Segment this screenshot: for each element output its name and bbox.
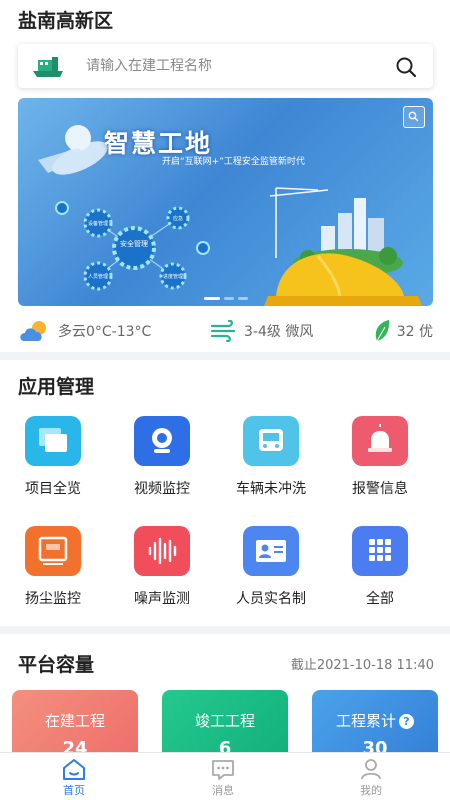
help-icon[interactable]: ? [399,714,414,729]
card-total[interactable]: 工程累计? 30 [312,690,438,754]
app-dust-monitoring[interactable]: 扬尘监控 [3,526,103,608]
carousel-indicator[interactable] [204,297,248,300]
search-input[interactable] [86,58,366,74]
id-card-icon [243,526,299,576]
app-label: 视频监控 [134,481,190,497]
search-icon[interactable] [395,56,417,78]
app-all[interactable]: 全部 [330,526,430,608]
as-of-timestamp: 截止2021-10-18 11:40 [290,658,434,673]
search-bar[interactable] [18,44,433,88]
scan-icon[interactable] [403,106,425,128]
alarm-icon [352,416,408,466]
noise-icon [134,526,190,576]
top-section: 盐南高新区 请输入在建工程名称 安全管理 设备管理 应急 人员管理 进度管理 智… [0,0,450,352]
app-logo-icon [33,57,63,77]
banner-subtitle: 开启“互联网+”工程安全监管新时代 [162,157,305,167]
app-label: 人员实名制 [236,591,306,607]
card-label: 竣工工程 [194,712,255,730]
app-label: 噪声监测 [134,591,190,607]
banner-node-label: 应急 [173,215,183,222]
app-video-monitoring[interactable]: 视频监控 [112,416,212,498]
section-title: 应用管理 [18,376,95,398]
leaf-icon [375,320,389,342]
tab-label: 消息 [212,784,234,797]
card-label: 工程累计 [335,712,396,730]
card-completed[interactable]: 竣工工程 6 [162,690,288,754]
card-label-row: 工程累计? [312,710,438,731]
vehicle-icon [243,416,299,466]
app-label: 扬尘监控 [25,591,81,607]
tab-label: 我的 [360,784,382,797]
banner-node-label: 人员管理 [88,273,108,280]
weather-aqi-text: 32 优 [396,324,433,340]
weather-wind: 3-4级 微风 [210,320,313,342]
weather-condition: 多云0°C-13°C [18,319,151,343]
banner-illustration: 安全管理 设备管理 应急 人员管理 进度管理 [38,125,422,306]
wind-icon [210,320,236,342]
tab-profile[interactable]: 我的 [331,757,411,798]
cloudy-icon [20,321,46,341]
overview-icon [25,416,81,466]
banner-hub-label: 安全管理 [120,239,148,248]
weather-wind-text: 3-4级 微风 [244,324,314,340]
profile-icon [361,759,381,780]
weather-condition-text: 多云0°C-13°C [58,324,152,340]
section-title: 平台容量 [18,654,95,676]
app-label: 报警信息 [352,481,408,497]
platform-capacity-section: 平台容量 截止2021-10-18 11:40 在建工程 24 竣工工程 6 工… [0,634,450,754]
app-vehicle-unwashed[interactable]: 车辆未冲洗 [221,416,321,498]
card-under-construction[interactable]: 在建工程 24 [12,690,138,754]
bottom-tab-bar: 首页 消息 我的 [0,752,450,800]
region-title[interactable]: 盐南高新区 [18,6,113,33]
home-icon [63,759,85,780]
promo-banner[interactable]: 安全管理 设备管理 应急 人员管理 进度管理 智慧工地 开启“互联网+”工程安全… [18,98,433,306]
weather-bar: 多云0°C-13°C 3-4级 微风 32 优 [18,318,433,344]
tab-label: 首页 [63,784,85,797]
app-label: 全部 [366,591,394,607]
message-icon [212,760,234,780]
card-label: 在建工程 [44,712,105,730]
tab-messages[interactable]: 消息 [183,757,263,798]
app-real-name-personnel[interactable]: 人员实名制 [221,526,321,608]
tab-home[interactable]: 首页 [34,757,114,798]
banner-node-label: 设备管理 [88,220,108,227]
app-project-overview[interactable]: 项目全览 [3,416,103,498]
banner-node-label: 进度管理 [163,273,183,280]
camera-icon [134,416,190,466]
app-label: 车辆未冲洗 [236,481,306,497]
app-label: 项目全览 [25,481,81,497]
app-noise-monitoring[interactable]: 噪声监测 [112,526,212,608]
app-management-section: 应用管理 项目全览 视频监控 车辆未冲洗 报警信息 扬尘监控 噪声监测 人员实名… [0,360,450,626]
grid-icon [352,526,408,576]
weather-aqi: 32 优 [373,319,433,343]
dust-icon [25,526,81,576]
app-alarm-info[interactable]: 报警信息 [330,416,430,498]
